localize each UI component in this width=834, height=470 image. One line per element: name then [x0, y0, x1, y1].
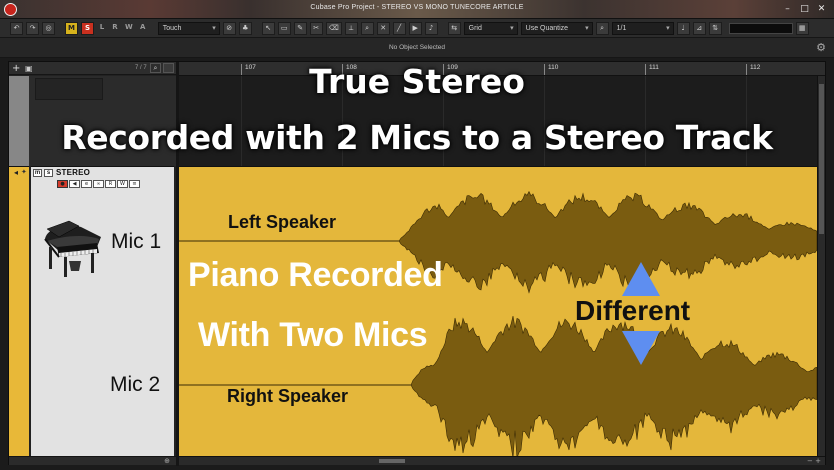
automation-mode-select[interactable]: Touch	[157, 21, 220, 35]
track-header-stereo[interactable]: m s STEREO ● ◀ e ∞ R W ≡ Mic 1 Mic 2	[31, 166, 174, 456]
window-controls: – □ ✕	[781, 3, 828, 15]
pencil-tool-icon[interactable]: ✎	[293, 21, 307, 35]
play-tool-icon[interactable]: ▶	[408, 21, 422, 35]
mic2-label: Mic 2	[110, 373, 161, 396]
close-button[interactable]: ✕	[815, 3, 828, 15]
link-button[interactable]: ∞	[93, 180, 104, 188]
piano-caption-line2: With Two Mics	[198, 316, 428, 354]
piano-icon	[44, 220, 101, 277]
star-icon[interactable]: ✦	[21, 168, 27, 176]
track-list-footer: ⊕	[9, 456, 176, 465]
gear-icon[interactable]: ⚙	[816, 41, 826, 54]
quantize-value: 1/1	[616, 24, 627, 32]
horizontal-scrollbar[interactable]: − +	[179, 456, 825, 465]
zoom-icon[interactable]: ⊕	[164, 457, 170, 465]
lanes-button[interactable]: ≡	[129, 180, 140, 188]
redo-icon[interactable]: ↷	[26, 21, 39, 35]
info-status: No Object Selected	[388, 44, 445, 51]
quantize-preset-select[interactable]: Use Quantize	[520, 21, 593, 35]
right-speaker-label: Right Speaker	[227, 386, 349, 406]
read-r-button[interactable]: R	[110, 22, 120, 35]
vertical-scroll-thumb[interactable]	[819, 84, 824, 234]
edit-mode-icon[interactable]: ⊿	[692, 21, 706, 35]
transpose-icon[interactable]: ⇅	[708, 21, 722, 35]
edit-channel-button[interactable]: e	[81, 180, 92, 188]
pointer-tool-icon[interactable]: ↖	[261, 21, 275, 35]
maximize-button[interactable]: □	[798, 3, 811, 15]
automation-a-button[interactable]: A	[138, 22, 148, 35]
expand-arrow-icon[interactable]: ◂	[14, 168, 18, 177]
window-title: Cubase Pro Project - STEREO VS MONO TUNE…	[310, 4, 524, 11]
headline-subtitle: Recorded with 2 Mics to a Stereo Track	[61, 118, 773, 157]
solo-state-button[interactable]: S	[81, 21, 94, 35]
record-enable-button[interactable]: ●	[57, 180, 68, 188]
write-automation-button[interactable]: W	[117, 180, 128, 188]
snap-type-select[interactable]: Grid	[463, 21, 518, 35]
horizontal-scroll-thumb[interactable]	[379, 459, 405, 463]
undo-icon[interactable]: ↶	[10, 21, 23, 35]
constrain-icon[interactable]: ◎	[42, 21, 55, 35]
different-label: Different	[575, 295, 691, 326]
quantize-toggle-icon[interactable]: ⌕	[595, 21, 609, 35]
line-tool-icon[interactable]: ╱	[392, 21, 406, 35]
write-w-button[interactable]: W	[123, 22, 135, 35]
speaker-tool-icon[interactable]: ♪	[424, 21, 438, 35]
toolbar: ↶ ↷ ◎ M S L R W A Touch ⊘ ♣ ↖ ▭ ✎ ✂ ⌫ ⟂ …	[0, 19, 834, 38]
quantize-preset-value: Use Quantize	[525, 24, 569, 32]
window-layout-icon[interactable]: ▦	[795, 21, 809, 35]
title-bar: Cubase Pro Project - STEREO VS MONO TUNE…	[0, 0, 834, 19]
level-meter	[728, 22, 793, 34]
monitor-button[interactable]: ◀	[69, 180, 80, 188]
left-speaker-label: Left Speaker	[228, 212, 337, 232]
stereo-waveform	[179, 190, 817, 456]
headline-title: True Stereo	[309, 62, 525, 101]
track-controls-row: ● ◀ e ∞ R W ≡	[57, 180, 140, 188]
mute-state-button[interactable]: M	[65, 21, 78, 35]
track-mute-button[interactable]: m	[33, 169, 42, 177]
automation-mode-value: Touch	[162, 24, 182, 32]
range-tool-icon[interactable]: ▭	[277, 21, 291, 35]
arrow-up-icon	[622, 262, 660, 296]
arrow-down-icon	[622, 331, 660, 365]
zoom-control-icon[interactable]: − +	[807, 457, 821, 465]
info-line: No Object Selected ⚙	[0, 38, 834, 58]
read-l-button[interactable]: L	[97, 22, 107, 35]
minimize-button[interactable]: –	[781, 3, 794, 15]
piano-caption-line1: Piano Recorded	[188, 256, 443, 294]
track-name[interactable]: STEREO	[56, 168, 90, 177]
mute-tool-icon[interactable]: ✕	[376, 21, 390, 35]
key-editor-icon[interactable]: ♩	[676, 21, 690, 35]
split-tool-icon[interactable]: ✂	[309, 21, 323, 35]
read-automation-button[interactable]: R	[105, 180, 116, 188]
track-solo-button[interactable]: s	[44, 169, 53, 177]
audio-event[interactable]	[179, 166, 817, 456]
snap-type-value: Grid	[468, 24, 482, 32]
erase-tool-icon[interactable]: ⌫	[325, 21, 342, 35]
track-color-strip[interactable]: ◂ ✦	[9, 166, 29, 456]
snap-toggle-icon[interactable]: ⇆	[447, 21, 461, 35]
mic1-label: Mic 1	[111, 230, 162, 253]
zoom-tool-icon[interactable]: ⌕	[360, 21, 374, 35]
suspend-icon[interactable]: ⊘	[222, 21, 236, 35]
quantize-value-select[interactable]: 1/1	[611, 21, 674, 35]
glue-tool-icon[interactable]: ⟂	[344, 21, 358, 35]
color-icon[interactable]: ♣	[238, 21, 252, 35]
